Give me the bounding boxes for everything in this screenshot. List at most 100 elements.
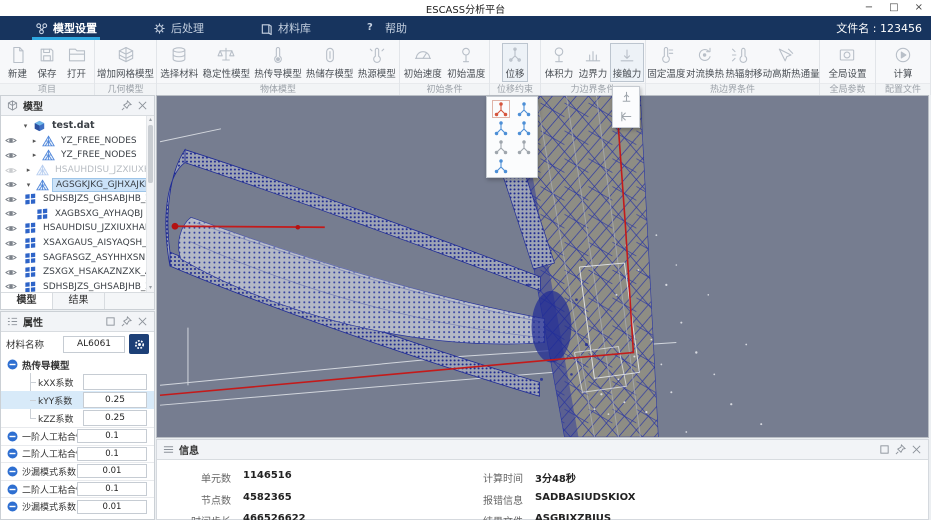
close-icon[interactable] [137, 100, 148, 111]
tree-item-10[interactable]: ZSXGX_HSAKAZNZXK_AHASX [1, 265, 146, 280]
menu-item-1[interactable]: 后处理 [148, 16, 209, 40]
maximize-panel-icon[interactable] [879, 444, 890, 455]
axis-tripod-option-0[interactable] [491, 99, 510, 118]
thermo-button[interactable]: 热传导模型 [252, 43, 304, 82]
open-folder-button[interactable]: 打开 [64, 43, 90, 82]
compute-button[interactable]: 计算 [890, 43, 916, 82]
eye-icon[interactable] [5, 239, 18, 248]
viewport-3d[interactable] [156, 95, 929, 438]
expand-arrow-icon[interactable]: ▸ [24, 166, 33, 174]
tree-item-6[interactable]: XAGBSXG_AYHAQBJ [1, 207, 146, 222]
expand-arrow-icon[interactable]: ▾ [24, 181, 33, 189]
speed-button[interactable]: 初始速度 [401, 43, 445, 82]
close-icon[interactable] [911, 444, 922, 455]
extra-property-row-2[interactable]: 沙漏模式系数 [1, 462, 154, 480]
collapse-icon[interactable] [7, 431, 18, 442]
property-input[interactable] [77, 499, 147, 514]
new-file-button[interactable]: 新建 [5, 43, 31, 82]
axis-tripod-option-1[interactable] [516, 101, 532, 117]
close-icon[interactable] [137, 316, 148, 327]
temp-button[interactable]: 初始温度 [445, 43, 489, 82]
displacement-button[interactable]: 位移 [502, 43, 528, 82]
close-button[interactable]: × [915, 3, 923, 13]
eye-icon[interactable] [5, 195, 18, 204]
boundary-force-button[interactable]: 边界力 [576, 43, 610, 82]
scrollbar-thumb[interactable] [148, 125, 153, 183]
pin-icon[interactable] [121, 316, 132, 327]
menu-item-3[interactable]: ? 帮助 [362, 16, 412, 40]
material-db-button[interactable]: 选择材料 [158, 43, 201, 82]
eye-icon[interactable] [5, 136, 18, 145]
property-input[interactable] [77, 464, 147, 479]
eye-icon[interactable] [5, 253, 18, 262]
tree-item-2[interactable]: ▸ YZ_FREE_NODES [1, 148, 146, 163]
material-name-input[interactable] [63, 335, 125, 353]
heat-source-button[interactable]: 热源模型 [356, 43, 399, 82]
eye-icon[interactable] [5, 282, 18, 291]
tree-item-7[interactable]: HSAUHDISU_JZXIUXHAHX [1, 221, 146, 236]
property-input[interactable] [83, 374, 147, 390]
mesh-cube-button[interactable]: 增加网格模型 [96, 43, 155, 82]
convection-button[interactable]: 对流换热 [686, 43, 725, 82]
pin-icon[interactable] [121, 100, 132, 111]
material-settings-button[interactable] [129, 334, 149, 354]
expand-arrow-icon[interactable]: ▾ [21, 122, 30, 130]
tree-item-0[interactable]: ▾ test.dat [1, 119, 146, 134]
extra-property-row-4[interactable]: 沙漏模式系数 [1, 497, 154, 515]
axis-tripod-option-2[interactable] [493, 120, 509, 136]
tree-item-5[interactable]: SDHSBJZS_GHSABJHB_ZAHU [1, 192, 146, 207]
eye-icon[interactable] [5, 224, 18, 233]
axis-tripod-option-3[interactable] [516, 120, 532, 136]
extra-property-row-0[interactable]: 一阶人工粘合性 [1, 427, 154, 445]
radiation-button[interactable]: 热辐射 [724, 43, 755, 82]
tab-0[interactable]: 模型 [1, 293, 53, 309]
menu-item-0[interactable]: 模型设置 [30, 16, 102, 40]
property-input[interactable] [77, 446, 147, 461]
property-row-2[interactable]: kZZ系数 [1, 409, 154, 427]
section-heat-conduction[interactable]: 热传导模型 [1, 356, 154, 373]
tree-item-8[interactable]: XSAXGAUS_AISYAQSH_ASHX [1, 236, 146, 251]
maximize-panel-icon[interactable] [105, 316, 116, 327]
axis-tripod-option-6[interactable] [493, 158, 509, 174]
property-row-0[interactable]: kXX系数 [1, 373, 154, 391]
balance-button[interactable]: 稳定性模型 [201, 43, 253, 82]
eye-icon[interactable] [5, 209, 18, 218]
pin-icon[interactable] [895, 444, 906, 455]
eye-icon[interactable] [5, 180, 18, 189]
fixed-temp-button[interactable]: 固定温度 [647, 43, 686, 82]
expand-arrow-icon[interactable]: ▸ [30, 137, 39, 145]
eye-icon[interactable] [5, 268, 18, 277]
collapse-icon[interactable] [7, 501, 18, 512]
contact-force-button[interactable]: 接触力 [610, 43, 644, 82]
property-input[interactable] [83, 392, 147, 408]
collapse-icon[interactable] [7, 359, 18, 370]
body-force-button[interactable]: 体积力 [542, 43, 576, 82]
tree-item-3[interactable]: ▸ HSAUHDISU_JZXIUXHAHX [1, 163, 146, 178]
tree-item-4[interactable]: ▾ AGSGKJKG_GJHXAJKHXA [1, 177, 146, 192]
extra-property-row-1[interactable]: 二阶人工粘合性 [1, 444, 154, 463]
tree-item-1[interactable]: ▸ YZ_FREE_NODES [1, 134, 146, 149]
property-input[interactable] [77, 482, 147, 497]
axis-tripod-option-4[interactable] [493, 139, 509, 155]
eye-icon[interactable] [5, 151, 18, 160]
heat-storage-button[interactable]: 热储存模型 [304, 43, 356, 82]
axis-tripod-option-5[interactable] [516, 139, 532, 155]
arrow-left-option-1[interactable] [619, 109, 634, 124]
extra-property-row-3[interactable]: 二阶人工粘合性 [1, 479, 154, 498]
maximize-button[interactable]: □ [889, 3, 898, 13]
property-input[interactable] [77, 429, 147, 444]
minimize-button[interactable]: − [865, 3, 873, 13]
tree-item-11[interactable]: SDHSBJZS_GHSABJHB_ZAHU [1, 280, 146, 292]
tree-item-9[interactable]: SAGFASGZ_ASYHHXSN [1, 250, 146, 265]
collapse-icon[interactable] [7, 484, 18, 495]
expand-arrow-icon[interactable]: ▸ [30, 151, 39, 159]
save-button[interactable]: 保存 [34, 43, 60, 82]
collapse-icon[interactable] [7, 466, 18, 477]
eye-icon[interactable] [5, 166, 18, 175]
collapse-icon[interactable] [7, 448, 18, 459]
property-input[interactable] [83, 410, 147, 426]
axis-pin-option-0[interactable] [619, 90, 634, 105]
property-row-1[interactable]: kYY系数 [1, 391, 154, 409]
tree-scrollbar[interactable]: ▴ ▾ [146, 116, 154, 292]
gauss-flux-button[interactable]: 移动高斯热通量 [753, 43, 820, 82]
